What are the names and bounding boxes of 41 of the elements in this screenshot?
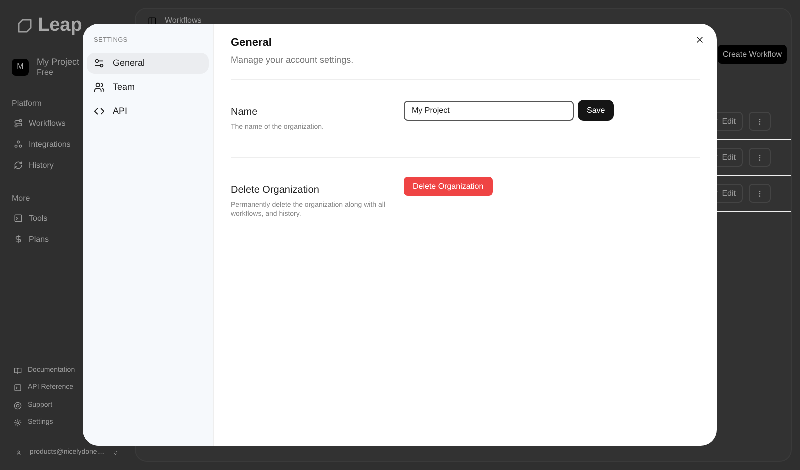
save-button[interactable]: Save [578, 100, 614, 121]
section-heading: Platform [12, 98, 43, 110]
logo-text: Leap [38, 14, 82, 38]
terminal-icon [14, 214, 23, 224]
more-button[interactable] [749, 148, 771, 167]
sidebar-toggle-icon [148, 16, 157, 26]
dialog-title: General [231, 36, 273, 51]
create-workflow-button[interactable]: Create Workflow [718, 45, 787, 64]
route-icon [14, 119, 23, 128]
nav-item[interactable]: History [12, 160, 123, 172]
users-icon [94, 82, 105, 93]
dollar-icon [14, 235, 23, 244]
delete-button[interactable]: Delete Organization [404, 177, 493, 196]
sliders-icon [94, 58, 105, 69]
terminal-icon [14, 384, 22, 392]
chevrons-icon [113, 448, 119, 457]
user-icon [16, 448, 22, 457]
nodes-icon [14, 140, 23, 150]
refresh-icon [14, 161, 23, 170]
close-icon [695, 35, 705, 45]
settings-tab[interactable]: General [87, 52, 209, 74]
section-title: Delete Organization [231, 184, 320, 198]
nav-item[interactable]: Plans [12, 234, 123, 246]
project-plan: Free [37, 68, 54, 78]
section-heading: More [12, 192, 32, 205]
code-icon [94, 106, 105, 117]
dialog-subtitle: Manage your account settings. [231, 54, 700, 80]
settings-icon [14, 419, 22, 428]
name-input[interactable]: My Project [404, 100, 574, 120]
project-avatar: M [12, 58, 29, 76]
more-button[interactable] [749, 112, 771, 131]
settings-tab[interactable]: Team [87, 76, 209, 98]
close-button[interactable] [695, 35, 705, 45]
logo-icon [16, 17, 34, 36]
project-name: My Project [37, 56, 80, 68]
section-title: Name [231, 106, 259, 120]
book-icon [14, 366, 22, 375]
breadcrumb[interactable]: Workflows [165, 15, 202, 27]
nav-item[interactable]: Tools [12, 212, 123, 225]
more-button[interactable] [749, 184, 771, 203]
nav-item[interactable]: Integrations [12, 138, 123, 151]
